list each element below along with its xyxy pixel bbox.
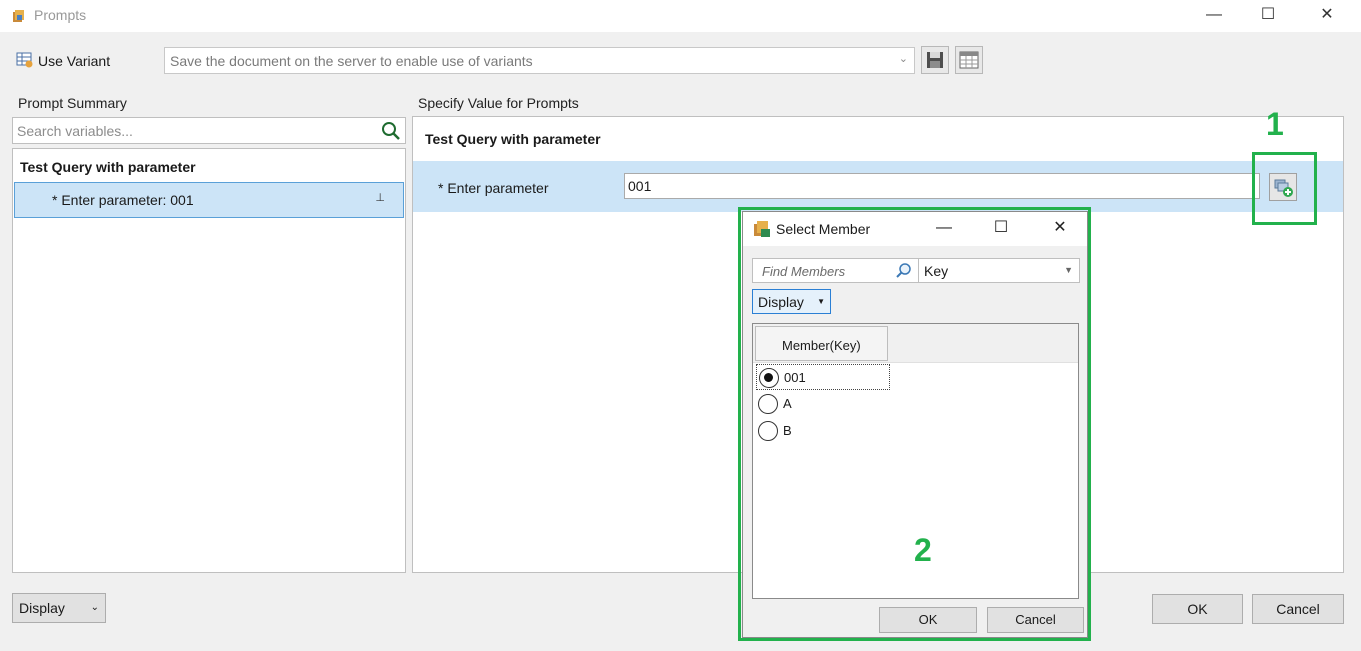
prompts-window: Prompts — ☐ ✕ Use Variant Save the docum… (0, 0, 1361, 651)
manage-variants-button[interactable] (955, 46, 983, 74)
save-icon (927, 52, 943, 68)
pin-icon[interactable]: ⊥ (375, 191, 385, 204)
title-bar: Prompts — ☐ ✕ (0, 0, 1361, 32)
parameter-value-input[interactable]: 001 (624, 173, 1260, 199)
display-label: Display (19, 600, 65, 616)
parameter-value: 001 (628, 178, 652, 194)
specify-value-label: Specify Value for Prompts (418, 95, 579, 111)
save-variant-button[interactable] (921, 46, 949, 74)
ok-button[interactable]: OK (1152, 594, 1243, 624)
summary-group-title: Test Query with parameter (20, 159, 196, 175)
callout-number-2: 2 (914, 532, 932, 568)
search-icon[interactable] (381, 121, 401, 141)
parameter-row: * Enter parameter 001 (413, 161, 1343, 212)
callout-box-1 (1252, 152, 1317, 225)
maximize-button[interactable]: ☐ (1245, 0, 1291, 32)
chevron-down-icon: ⌄ (90, 602, 99, 613)
variant-grid-icon (16, 52, 33, 68)
summary-item-label: * Enter parameter: 001 (52, 192, 194, 208)
chevron-down-icon: ⌄ (898, 53, 908, 65)
search-variables-input[interactable]: Search variables... (12, 117, 406, 144)
values-group-title: Test Query with parameter (425, 131, 601, 147)
use-variant-label: Use Variant (38, 53, 111, 69)
search-placeholder: Search variables... (17, 123, 133, 139)
variant-placeholder: Save the document on the server to enabl… (170, 53, 533, 69)
prompts-app-icon (13, 10, 24, 22)
close-button[interactable]: ✕ (1304, 0, 1350, 32)
minimize-button[interactable]: — (1191, 0, 1237, 32)
display-dropdown[interactable]: Display ⌄ (12, 593, 106, 623)
callout-box-2 (738, 207, 1091, 641)
variant-select[interactable]: Save the document on the server to enabl… (164, 47, 915, 74)
callout-number-1: 1 (1266, 106, 1284, 142)
prompt-summary-label: Prompt Summary (18, 95, 127, 111)
summary-item-enter-parameter[interactable]: * Enter parameter: 001 ⊥ (14, 182, 404, 218)
window-title: Prompts (34, 7, 87, 23)
table-icon (959, 51, 979, 69)
parameter-label: * Enter parameter (438, 180, 549, 196)
cancel-button[interactable]: Cancel (1252, 594, 1344, 624)
prompt-summary-panel: Test Query with parameter * Enter parame… (12, 148, 406, 573)
